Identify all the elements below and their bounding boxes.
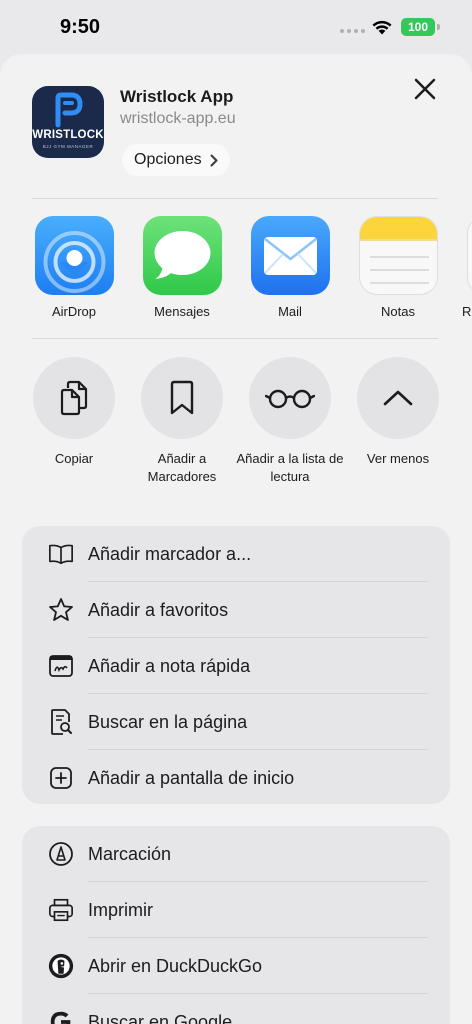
action-copy[interactable]: Copiar (19, 357, 129, 468)
share-app-label: Notas (381, 304, 415, 319)
menu-group-1: Añadir marcador a... Añadir a favoritos … (22, 526, 450, 804)
action-add-bookmark[interactable]: Añadir a Marcadores (127, 357, 237, 486)
airdrop-icon (34, 216, 114, 295)
divider (32, 198, 438, 199)
menu-item-print[interactable]: Imprimir (22, 882, 450, 938)
wifi-icon (372, 20, 392, 35)
menu-item-label: Abrir en DuckDuckGo (88, 956, 263, 976)
app-name: Wristlock App (120, 87, 234, 106)
menu-item-label: Añadir a nota rápida (88, 656, 251, 676)
menu-item-label: Añadir a pantalla de inicio (88, 768, 295, 788)
share-app-reminders[interactable]: R (461, 214, 472, 319)
menu-item-label: Buscar en la página (88, 712, 248, 732)
share-app-label: AirDrop (51, 304, 97, 319)
reminders-icon (466, 216, 472, 295)
google-icon (48, 1009, 74, 1024)
notes-icon (358, 216, 438, 295)
app-icon: WRISTLOCK BJJ GYM MANAGER (32, 86, 104, 158)
options-button[interactable]: Opciones (122, 144, 230, 176)
close-icon[interactable] (410, 74, 440, 104)
share-app-mail[interactable]: Mail (245, 214, 335, 319)
share-app-label: Mail (278, 304, 302, 319)
bookmark-icon (170, 380, 194, 415)
action-label: Ver menos (366, 451, 430, 466)
share-app-label: Mensajes (154, 304, 210, 319)
menu-item-add-favorites[interactable]: Añadir a favoritos (22, 582, 450, 638)
menu-group-2: Marcación Imprimir Abrir en DuckDuckGo B… (22, 826, 450, 1024)
action-reading-list[interactable]: Añadir a la lista de lectura (235, 357, 345, 486)
glasses-icon (265, 389, 315, 409)
battery-indicator: 100 (401, 18, 435, 36)
share-apps-row: AirDrop Mensajes Mail Notas R (0, 214, 472, 344)
actions-row: Copiar Añadir a Marcadores Añadir a la l… (0, 357, 472, 507)
app-url: wristlock-app.eu (120, 110, 236, 127)
menu-item-label: Imprimir (88, 900, 153, 920)
mail-icon (250, 216, 330, 295)
menu-item-label: Añadir a favoritos (88, 600, 229, 620)
signal-dots-icon (340, 29, 365, 33)
star-icon (48, 597, 74, 623)
menu-item-add-home-screen[interactable]: Añadir a pantalla de inicio (22, 750, 450, 804)
menu-item-label: Buscar en Google (88, 1012, 233, 1024)
status-time: 9:50 (60, 16, 101, 38)
action-show-less[interactable]: Ver menos (343, 357, 453, 468)
chevron-up-icon (383, 390, 413, 406)
divider (32, 338, 438, 339)
copy-icon (60, 380, 88, 416)
share-sheet: WRISTLOCK BJJ GYM MANAGER Wristlock App … (0, 54, 472, 1024)
wristlock-logo-icon (55, 92, 83, 128)
book-icon (48, 541, 74, 567)
markup-icon (48, 841, 74, 867)
share-app-label: R (462, 304, 472, 319)
action-label: Añadir a la lista de lectura (236, 451, 344, 484)
menu-item-quick-note[interactable]: Añadir a nota rápida (22, 638, 450, 694)
status-bar: 9:50 100 (0, 0, 472, 54)
logo-text: WRISTLOCK (32, 129, 104, 141)
duckduckgo-icon (48, 953, 74, 979)
chevron-right-icon (210, 154, 218, 166)
menu-item-open-duckduckgo[interactable]: Abrir en DuckDuckGo (22, 938, 450, 994)
action-label: Copiar (54, 451, 94, 466)
menu-item-label: Añadir marcador a... (88, 544, 252, 564)
quick-note-icon (48, 653, 74, 679)
messages-icon (142, 216, 222, 295)
action-label: Añadir a Marcadores (147, 451, 217, 484)
find-in-page-icon (48, 709, 74, 735)
menu-item-search-google[interactable]: Buscar en Google (22, 994, 450, 1024)
share-header: WRISTLOCK BJJ GYM MANAGER Wristlock App … (0, 54, 472, 199)
menu-item-find-in-page[interactable]: Buscar en la página (22, 694, 450, 750)
logo-subtext: BJJ GYM MANAGER (42, 144, 94, 149)
battery-tip (437, 24, 440, 30)
menu-item-label: Marcación (88, 844, 172, 864)
menu-item-markup[interactable]: Marcación (22, 826, 450, 882)
share-app-airdrop[interactable]: AirDrop (29, 214, 119, 319)
share-app-notes[interactable]: Notas (353, 214, 443, 319)
share-app-messages[interactable]: Mensajes (137, 214, 227, 319)
printer-icon (48, 897, 74, 923)
add-square-icon (48, 765, 74, 791)
options-label: Opciones (134, 151, 202, 168)
menu-item-add-bookmark-to[interactable]: Añadir marcador a... (22, 526, 450, 582)
